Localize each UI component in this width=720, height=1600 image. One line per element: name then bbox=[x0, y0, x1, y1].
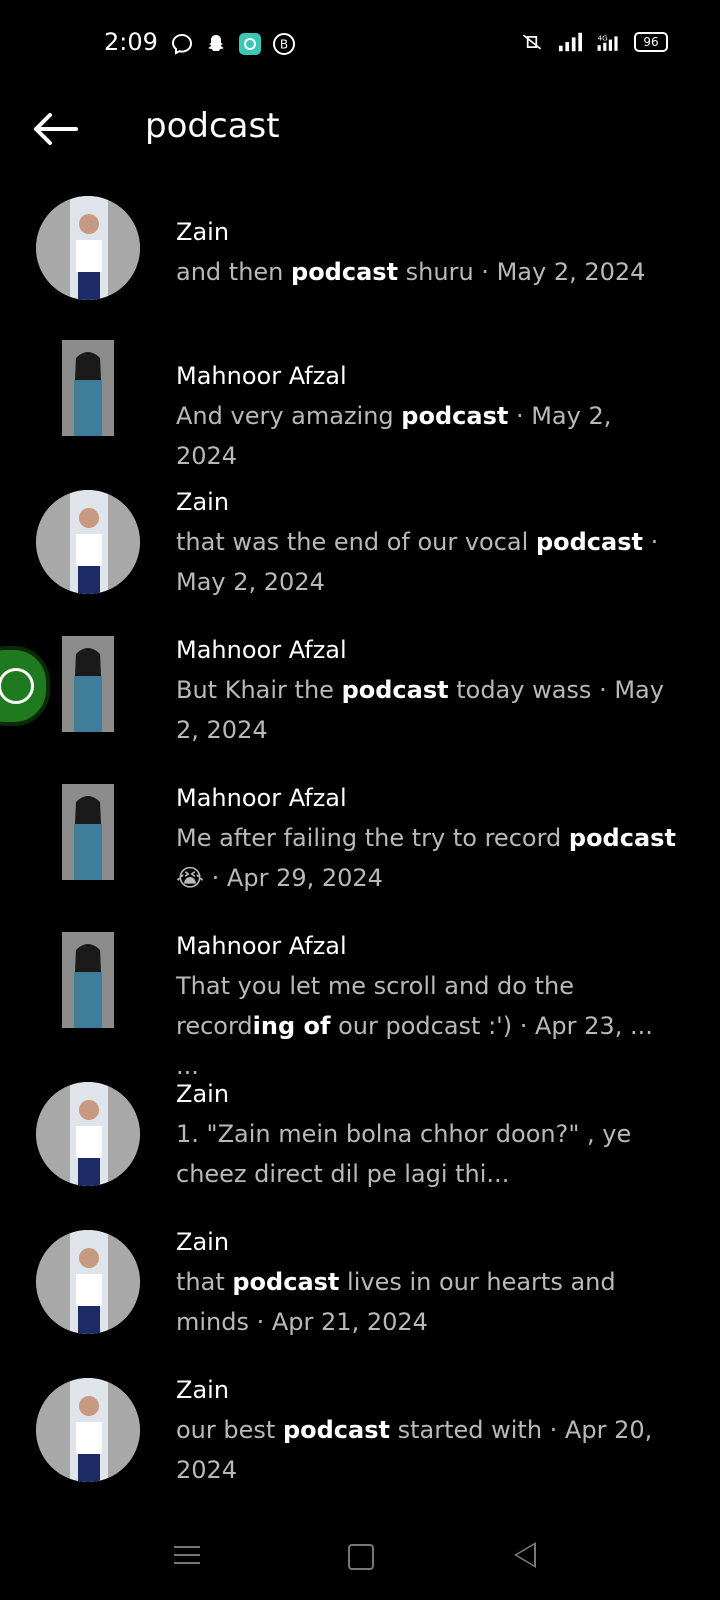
snippet-pre: that was the end of our vocal bbox=[176, 528, 536, 556]
snippet-post: 😭 · Apr 29, 2024 bbox=[176, 864, 383, 892]
avatar bbox=[62, 340, 114, 436]
result-name: Zain bbox=[176, 1080, 230, 1108]
result-name: Mahnoor Afzal bbox=[176, 932, 347, 960]
battery-icon: 96 bbox=[634, 32, 668, 52]
status-right-icons: 4G 96 bbox=[520, 30, 668, 54]
snapchat-icon bbox=[204, 32, 228, 56]
avatar bbox=[36, 1230, 140, 1334]
signal-icon bbox=[558, 30, 582, 54]
result-text: Mahnoor Afzal That you let me scroll and… bbox=[176, 932, 680, 1086]
result-item[interactable]: Zain and then podcast shuru · May 2, 202… bbox=[0, 180, 720, 328]
avatar bbox=[62, 784, 114, 880]
result-name: Zain bbox=[176, 1376, 230, 1404]
result-snippet: that podcast lives in our hearts and min… bbox=[176, 1262, 680, 1342]
result-snippet: But Khair the podcast today wass · May 2… bbox=[176, 670, 680, 750]
status-time: 2:09 bbox=[104, 28, 158, 56]
result-name: Zain bbox=[176, 1228, 230, 1256]
result-item[interactable]: Mahnoor Afzal But Khair the podcast toda… bbox=[0, 624, 720, 772]
result-item[interactable]: Mahnoor Afzal And very amazing podcast ·… bbox=[0, 328, 720, 476]
mute-vibrate-icon bbox=[520, 30, 544, 54]
snippet-highlight: podcast bbox=[232, 1268, 340, 1296]
4g-signal-icon: 4G bbox=[596, 30, 620, 54]
result-name: Zain bbox=[176, 218, 230, 246]
svg-text:B: B bbox=[280, 38, 288, 52]
app-icon bbox=[238, 32, 262, 56]
result-text: Zain that podcast lives in our hearts an… bbox=[176, 1228, 680, 1342]
snippet-pre: But Khair the bbox=[176, 676, 342, 704]
result-snippet: Me after failing the try to record podca… bbox=[176, 818, 680, 898]
messenger-facebook-icon bbox=[170, 32, 194, 56]
result-text: Mahnoor Afzal Me after failing the try t… bbox=[176, 784, 680, 898]
result-snippet: our best podcast started with · Apr 20, … bbox=[176, 1410, 680, 1490]
avatar bbox=[62, 932, 114, 1028]
system-nav-bar bbox=[0, 1510, 720, 1600]
result-item[interactable]: Zain our best podcast started with · Apr… bbox=[0, 1364, 720, 1512]
snippet-pre: 1. "Zain mein bolna chhor doon?" , ye ch… bbox=[176, 1120, 632, 1188]
b-icon: B bbox=[272, 32, 296, 56]
result-snippet: 1. "Zain mein bolna chhor doon?" , ye ch… bbox=[176, 1114, 680, 1194]
result-name: Mahnoor Afzal bbox=[176, 784, 347, 812]
result-item[interactable]: Mahnoor Afzal That you let me scroll and… bbox=[0, 920, 720, 1080]
back-button[interactable] bbox=[28, 104, 84, 154]
snippet-pre: that bbox=[176, 1268, 233, 1296]
status-left-icons: B bbox=[170, 32, 296, 56]
snippet-highlight: podcast bbox=[291, 258, 399, 286]
avatar bbox=[36, 196, 140, 300]
result-text: Zain and then podcast shuru · May 2, 202… bbox=[176, 218, 680, 292]
search-results: Zain and then podcast shuru · May 2, 202… bbox=[0, 180, 720, 1512]
snippet-highlight: podcast bbox=[282, 1416, 390, 1444]
result-name: Mahnoor Afzal bbox=[176, 636, 347, 664]
result-item[interactable]: Zain that was the end of our vocal podca… bbox=[0, 476, 720, 624]
snippet-pre: And very amazing bbox=[176, 402, 402, 430]
avatar bbox=[62, 636, 114, 732]
snippet-highlight: podcast bbox=[535, 528, 643, 556]
result-item[interactable]: Mahnoor Afzal Me after failing the try t… bbox=[0, 772, 720, 920]
result-item[interactable]: Zain 1. "Zain mein bolna chhor doon?" , … bbox=[0, 1068, 720, 1216]
snippet-pre: our best bbox=[176, 1416, 283, 1444]
snippet-highlight: podcast bbox=[568, 824, 676, 852]
result-text: Mahnoor Afzal And very amazing podcast ·… bbox=[176, 362, 680, 476]
result-text: Zain that was the end of our vocal podca… bbox=[176, 488, 680, 602]
avatar bbox=[36, 490, 140, 594]
result-name: Zain bbox=[176, 488, 230, 516]
menu-icon[interactable] bbox=[174, 1546, 200, 1566]
status-bar: 2:09 B 4G 96 bbox=[0, 0, 720, 90]
snippet-post: shuru · May 2, 2024 bbox=[398, 258, 646, 286]
result-text: Mahnoor Afzal But Khair the podcast toda… bbox=[176, 636, 680, 750]
snippet-highlight: podcast bbox=[401, 402, 509, 430]
result-text: Zain 1. "Zain mein bolna chhor doon?" , … bbox=[176, 1080, 680, 1194]
snippet-highlight: podcast bbox=[341, 676, 449, 704]
result-item[interactable]: Zain that podcast lives in our hearts an… bbox=[0, 1216, 720, 1364]
arrow-left-icon bbox=[34, 113, 78, 145]
snippet-highlight: ing of bbox=[252, 1012, 331, 1040]
search-header: podcast bbox=[0, 90, 720, 170]
result-name: Mahnoor Afzal bbox=[176, 362, 347, 390]
whatsapp-icon bbox=[0, 668, 34, 704]
avatar bbox=[36, 1082, 140, 1186]
snippet-pre: Me after failing the try to record bbox=[176, 824, 569, 852]
result-text: Zain our best podcast started with · Apr… bbox=[176, 1376, 680, 1490]
snippet-pre: and then bbox=[176, 258, 292, 286]
result-snippet: and then podcast shuru · May 2, 2024 bbox=[176, 252, 680, 292]
svg-text:4G: 4G bbox=[598, 33, 608, 42]
avatar bbox=[36, 1378, 140, 1482]
result-snippet: And very amazing podcast · May 2, 2024 bbox=[176, 396, 680, 476]
result-snippet: that was the end of our vocal podcast · … bbox=[176, 522, 680, 602]
back-triangle-icon[interactable] bbox=[514, 1542, 536, 1568]
search-query[interactable]: podcast bbox=[145, 106, 280, 146]
home-square-icon[interactable] bbox=[348, 1544, 374, 1570]
